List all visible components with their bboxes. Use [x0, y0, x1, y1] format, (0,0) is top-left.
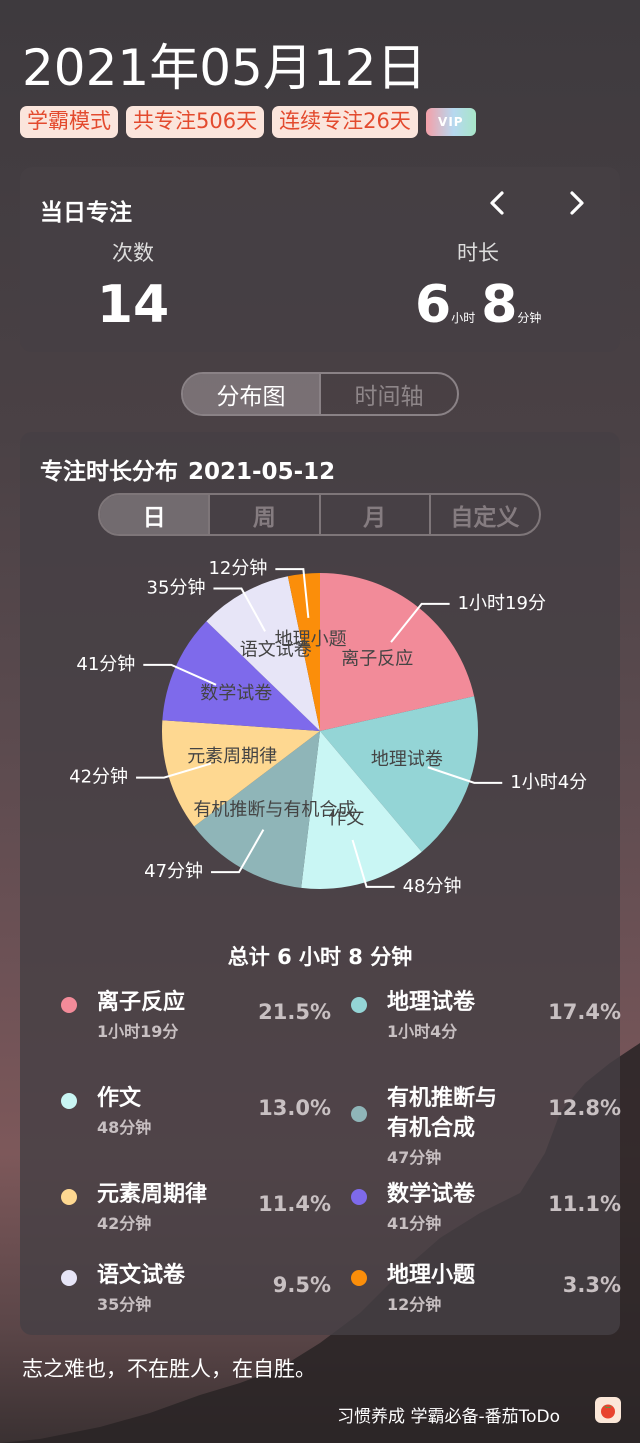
- value-label: 12分钟: [208, 558, 267, 579]
- legend-item: 作文 48分钟 13.0%: [61, 1084, 331, 1144]
- legend-dot: [61, 997, 77, 1013]
- value-label: 48分钟: [403, 876, 462, 897]
- legend-duration: 47分钟: [387, 1148, 442, 1167]
- legend-percent: 13.0%: [258, 1096, 331, 1120]
- legend-item: 离子反应 1小时19分 21.5%: [61, 988, 331, 1048]
- legend-name: 元素周期律: [97, 1182, 208, 1207]
- quote: 志之难也，不在胜人，在自胜。: [22, 1357, 316, 1381]
- legend-name: 地理试卷: [387, 990, 476, 1015]
- legend-dot: [351, 1106, 367, 1122]
- legend-duration: 12分钟: [387, 1295, 442, 1314]
- footer-slogan: 习惯养成 学霸必备-番茄ToDo: [337, 1407, 560, 1427]
- legend-name: 地理小题: [387, 1263, 476, 1288]
- legend-percent: 11.1%: [548, 1192, 621, 1216]
- value-label: 35分钟: [147, 577, 206, 598]
- value-label: 1小时4分: [510, 772, 587, 793]
- legend-item: 语文试卷 35分钟 9.5%: [61, 1261, 331, 1321]
- legend-percent: 11.4%: [258, 1192, 331, 1216]
- legend-name: 离子反应: [97, 990, 186, 1015]
- legend-duration: 1小时19分: [97, 1022, 179, 1041]
- legend-percent: 9.5%: [272, 1273, 331, 1297]
- legend-dot: [351, 1189, 367, 1205]
- legend-duration: 48分钟: [97, 1118, 152, 1137]
- legend-duration: 42分钟: [97, 1214, 152, 1233]
- legend-percent: 3.3%: [562, 1273, 621, 1297]
- slice-label: 数学试卷: [200, 683, 272, 704]
- legend-item: 元素周期律 42分钟 11.4%: [61, 1180, 331, 1240]
- value-label: 42分钟: [69, 767, 128, 788]
- legend-item: 地理小题 12分钟 3.3%: [351, 1261, 621, 1321]
- legend-duration: 41分钟: [387, 1214, 442, 1233]
- legend-item: 数学试卷 41分钟 11.1%: [351, 1180, 621, 1240]
- value-label: 1小时19分: [458, 593, 546, 614]
- tomato-icon: [595, 1397, 621, 1423]
- legend-name: 数学试卷: [387, 1182, 476, 1207]
- slice-label: 地理试卷: [371, 749, 443, 770]
- value-label: 47分钟: [144, 861, 203, 882]
- slice-label: 元素周期律: [187, 746, 277, 767]
- legend-name: 作文: [97, 1086, 142, 1111]
- legend-percent: 21.5%: [258, 1000, 331, 1024]
- legend-item: 地理试卷 1小时4分 17.4%: [351, 988, 621, 1048]
- slice-label: 有机推断与有机合成: [193, 799, 355, 820]
- slice-label: 离子反应: [341, 648, 413, 669]
- legend-dot: [351, 1270, 367, 1286]
- legend-dot: [351, 997, 367, 1013]
- legend-name: 有机推断与 有机合成: [387, 1086, 498, 1141]
- pie-chart: 离子反应地理试卷作文有机推断与有机合成元素周期律数学试卷语文试卷地理小题1小时1…: [69, 558, 587, 897]
- legend-dot: [61, 1189, 77, 1205]
- value-label: 41分钟: [76, 654, 135, 675]
- total-duration: 总计 6 小时 8 分钟: [227, 945, 413, 969]
- legend-dot: [61, 1093, 77, 1109]
- legend-name: 语文试卷: [97, 1263, 186, 1288]
- legend-duration: 35分钟: [97, 1295, 152, 1314]
- legend-percent: 17.4%: [548, 1000, 621, 1024]
- legend-dot: [61, 1270, 77, 1286]
- legend-item: 有机推断与 有机合成 47分钟 12.8%: [351, 1084, 621, 1167]
- legend-percent: 12.8%: [548, 1096, 621, 1120]
- legend-duration: 1小时4分: [387, 1022, 458, 1041]
- slice-label: 地理小题: [275, 629, 347, 650]
